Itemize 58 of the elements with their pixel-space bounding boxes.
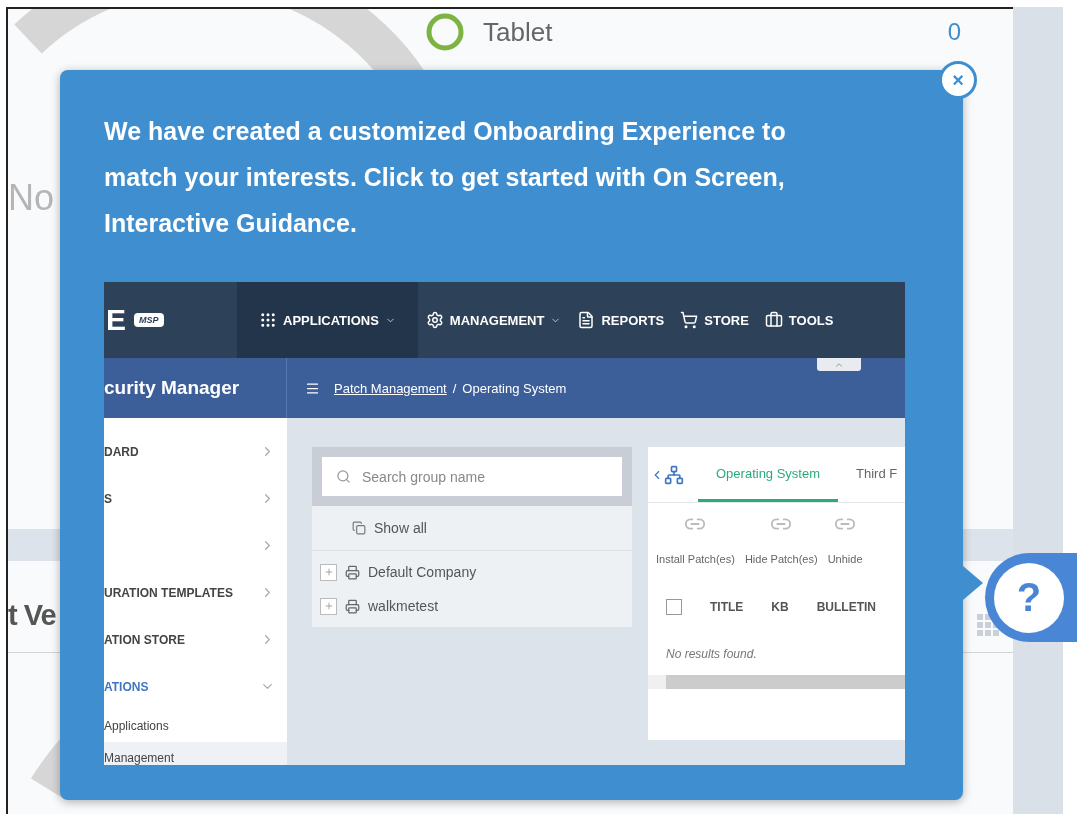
- checkbox[interactable]: [666, 599, 682, 615]
- expand-icon[interactable]: [320, 597, 337, 615]
- sidebar-item[interactable]: DARD: [104, 428, 287, 475]
- sidebar-label: ATION STORE: [104, 632, 185, 647]
- printer-icon: [345, 564, 360, 580]
- sidebar-subitem[interactable]: Management: [104, 742, 287, 765]
- empty-state-text: No: [8, 177, 55, 219]
- nav-item[interactable]: REPORTS: [569, 282, 673, 358]
- sidebar-subitem[interactable]: Applications: [104, 710, 287, 742]
- tab[interactable]: Third F: [838, 447, 905, 502]
- logo-badge: MSP: [134, 313, 164, 327]
- action-button[interactable]: Hide Patch(es): [744, 513, 818, 583]
- device-label: Tablet: [483, 16, 553, 48]
- show-all-button[interactable]: Show all: [312, 506, 632, 551]
- breadcrumb-link[interactable]: Patch Management: [334, 380, 447, 396]
- action-button[interactable]: Unhide: [827, 513, 863, 583]
- sidebar-label: ATIONS: [104, 679, 149, 694]
- device-count: 0: [947, 18, 961, 46]
- document-icon: [577, 311, 596, 329]
- menu-icon[interactable]: [305, 380, 320, 396]
- sidebar-item[interactable]: URATION TEMPLATES: [104, 569, 287, 616]
- horizontal-scrollbar[interactable]: [648, 675, 905, 689]
- empty-message: No results found.: [665, 646, 758, 661]
- nav-item[interactable]: MANAGEMENT: [417, 282, 570, 358]
- expand-icon[interactable]: [320, 563, 337, 581]
- column-header: TITLE: [710, 600, 744, 614]
- groups-icon: [352, 521, 366, 535]
- popup-message: We have created a customized Onboarding Experience to match your interests. Click to get started with On Screen, Interactive Guidance.: [104, 116, 787, 239]
- gear-icon: [425, 311, 444, 329]
- collapse-button[interactable]: [817, 358, 861, 371]
- action-button[interactable]: Install Patch(es): [656, 513, 735, 583]
- breadcrumb-current: Operating System: [462, 380, 567, 396]
- help-button[interactable]: ?: [985, 553, 1077, 642]
- nav-item[interactable]: STORE: [672, 282, 757, 358]
- nav-item[interactable]: TOOLS: [756, 282, 842, 358]
- sidebar-item[interactable]: S: [104, 475, 287, 522]
- sidebar-label: URATION TEMPLATES: [104, 585, 233, 600]
- nav-item[interactable]: APPLICATIONS: [237, 282, 418, 358]
- briefcase-icon: [764, 311, 783, 329]
- search-field[interactable]: Search group name: [322, 457, 622, 496]
- cart-icon: [680, 311, 699, 329]
- breadcrumb-separator: /: [452, 380, 457, 396]
- sidebar-item[interactable]: ATION STORE: [104, 616, 287, 663]
- tree-icon[interactable]: [664, 464, 684, 485]
- printer-icon: [345, 598, 360, 614]
- sidebar-item[interactable]: ATIONS: [104, 663, 287, 710]
- product-title: curity Manager: [104, 377, 240, 399]
- sidebar-label: S: [104, 491, 112, 506]
- logo-text: E: [106, 303, 126, 337]
- group-item[interactable]: walkmetest: [312, 589, 632, 623]
- section-title: t Ve: [8, 599, 56, 632]
- group-item[interactable]: Default Company: [312, 555, 632, 589]
- ring-icon: [425, 12, 465, 52]
- column-header: KB: [771, 600, 789, 614]
- sidebar-label: DARD: [104, 444, 139, 459]
- search-icon: [336, 469, 351, 484]
- grid-icon: [259, 311, 277, 329]
- column-header: BULLETIN: [816, 600, 876, 614]
